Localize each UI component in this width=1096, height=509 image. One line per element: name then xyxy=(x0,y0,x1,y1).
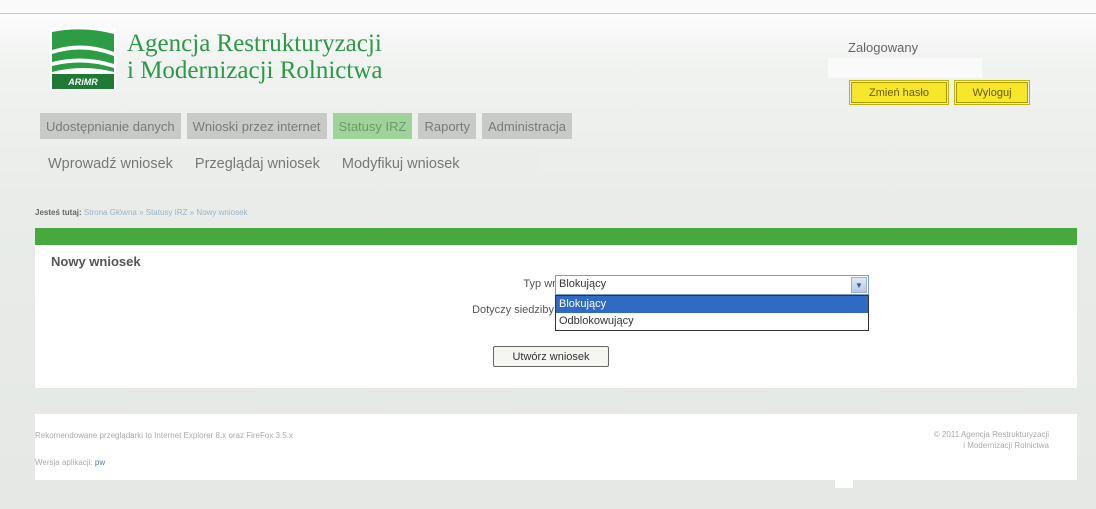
menu-item-reports[interactable]: Raporty xyxy=(418,113,476,139)
footer: Rekomendowane przeglądarki to Internet E… xyxy=(35,414,1077,480)
footer-tab xyxy=(835,480,853,488)
change-password-button[interactable]: Zmień hasło xyxy=(849,80,949,105)
copyright: © 2011 Agencja Restrukturyzacji i Modern… xyxy=(934,429,1049,451)
agency-name-line1: Agencja Restrukturyzacji xyxy=(127,30,382,57)
agency-name-line2: i Modernizacji Rolnictwa xyxy=(127,57,383,84)
sub-menu: Wprowadź wniosek Przeglądaj wniosek Mody… xyxy=(40,146,542,182)
herd-location-label: Dotyczy siedziby stada: xyxy=(472,304,587,316)
menu-item-irz-statuses[interactable]: Statusy IRZ xyxy=(332,113,413,139)
application-type-select[interactable]: Blokujący ▼ xyxy=(555,275,869,295)
sub-item-enter-application[interactable]: Wprowadź wniosek xyxy=(48,156,173,172)
app-version-value: pw xyxy=(94,458,106,467)
panel-title: Nowy wniosek xyxy=(51,254,141,269)
username-redacted xyxy=(828,58,982,78)
panel-header-bar xyxy=(35,228,1077,245)
logo-text: ARiMR xyxy=(67,77,98,87)
option-unblocking[interactable]: Odblokowujący xyxy=(556,313,868,330)
chevron-down-icon[interactable]: ▼ xyxy=(851,277,867,293)
application-type-dropdown: Blokujący Odblokowujący xyxy=(555,295,869,331)
breadcrumb-label: Jesteś tutaj: xyxy=(35,208,82,217)
option-blocking[interactable]: Blokujący xyxy=(556,296,868,313)
breadcrumb-path[interactable]: Strona Główna » Statusy IRZ » Nowy wnios… xyxy=(84,208,248,217)
main-menu: Udostępnianie danych Wnioski przez inter… xyxy=(40,113,573,139)
arimr-logo-icon: ARiMR xyxy=(50,28,116,90)
menu-item-data-sharing[interactable]: Udostępnianie danych xyxy=(40,113,181,139)
logged-in-label: Zalogowany xyxy=(848,40,919,55)
window-top-border xyxy=(0,0,1096,14)
new-application-panel: Nowy wniosek Typ wniosku: Dotyczy siedzi… xyxy=(35,228,1077,388)
recommended-browsers: Rekomendowane przeglądarki to Internet E… xyxy=(35,431,293,440)
breadcrumb: Jesteś tutaj: Strona Główna » Statusy IR… xyxy=(35,208,248,217)
copyright-line1: © 2011 Agencja Restrukturyzacji xyxy=(933,430,1049,439)
menu-item-online-applications[interactable]: Wnioski przez internet xyxy=(186,113,327,139)
menu-item-administration[interactable]: Administracja xyxy=(482,113,573,139)
logout-button[interactable]: Wyloguj xyxy=(954,80,1030,105)
copyright-line2: i Modernizacji Rolnictwa xyxy=(963,441,1049,450)
create-application-button[interactable]: Utwórz wniosek xyxy=(493,346,609,367)
agency-name: Agencja Restrukturyzacji i Modernizacji … xyxy=(127,30,382,84)
app-version: Wersja aplikacji: pw xyxy=(35,458,105,467)
sub-item-browse-application[interactable]: Przeglądaj wniosek xyxy=(195,156,320,172)
app-version-label: Wersja aplikacji: xyxy=(35,458,93,467)
sub-item-modify-application[interactable]: Modyfikuj wniosek xyxy=(342,156,460,172)
application-type-value: Blokujący xyxy=(559,278,607,290)
